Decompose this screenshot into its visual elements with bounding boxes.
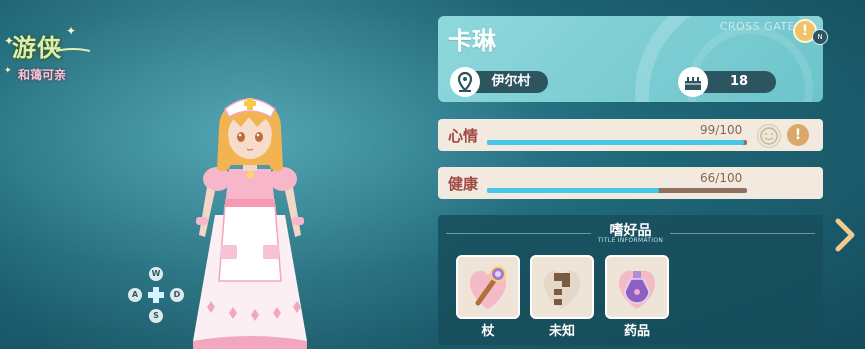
- dpad-left-key[interactable]: A: [128, 288, 142, 302]
- hobby-label-potion: 药品: [623, 324, 650, 339]
- age-text: 18: [729, 74, 749, 89]
- hobbies-panel: 嗜好品 TITLE INFORMATION 杖 未知 药品: [438, 215, 823, 345]
- mood-bar: [487, 140, 747, 145]
- age-pill: 18: [678, 67, 776, 97]
- dpad-right-key[interactable]: D: [170, 288, 184, 302]
- chevron-right-icon[interactable]: [832, 217, 858, 253]
- sparkle-icon: ✦: [4, 66, 12, 76]
- potion-icon: [618, 270, 656, 309]
- movement-dpad[interactable]: W A D S: [128, 267, 184, 323]
- exclamation-icon[interactable]: !: [787, 124, 809, 146]
- profile-card: CROSS GATE 卡琳 伊尔村 18 !: [438, 16, 823, 102]
- dpad-up-key[interactable]: W: [149, 267, 163, 281]
- health-label: 健康: [448, 175, 479, 193]
- health-bar: [487, 188, 747, 193]
- game-watermark: CROSS GATE: [719, 20, 795, 33]
- sparkle-icon: ✦: [66, 24, 77, 38]
- character-nurse[interactable]: [185, 95, 315, 349]
- smiley-face-icon[interactable]: [757, 124, 781, 148]
- mood-bar-fill: [487, 140, 745, 145]
- location-pill: 伊尔村: [450, 67, 548, 97]
- hobby-item-potion[interactable]: [605, 255, 669, 319]
- badge-subtitle: 和蔼可亲: [18, 68, 67, 82]
- hobby-item-staff[interactable]: [456, 255, 520, 319]
- health-value: 66/100: [700, 171, 743, 185]
- title-badge: ✦ ✦ ✦ 游侠 和蔼可亲: [4, 24, 94, 88]
- location-text: 伊尔村: [491, 74, 531, 89]
- dpad-down-key[interactable]: S: [149, 309, 163, 323]
- hobbies-subtitle: TITLE INFORMATION: [597, 237, 664, 244]
- mood-value: 99/100: [700, 123, 743, 137]
- health-bar-fill: [487, 188, 659, 193]
- badge-flourish: [56, 48, 90, 52]
- question-mark-icon: [543, 270, 581, 309]
- hobby-label-unknown: 未知: [548, 324, 575, 339]
- hobby-item-unknown[interactable]: [530, 255, 594, 319]
- health-stat-row: 健康 66/100: [438, 167, 823, 199]
- n-badge: N: [812, 29, 828, 45]
- dpad-cross-icon: [148, 287, 164, 303]
- badge-title: 游侠: [12, 34, 62, 62]
- mood-label: 心情: [448, 127, 479, 145]
- hobby-label-staff: 杖: [481, 324, 495, 339]
- staff-icon: [469, 266, 507, 309]
- mood-stat-row: 心情 99/100 !: [438, 119, 823, 151]
- character-name: 卡琳: [448, 27, 496, 55]
